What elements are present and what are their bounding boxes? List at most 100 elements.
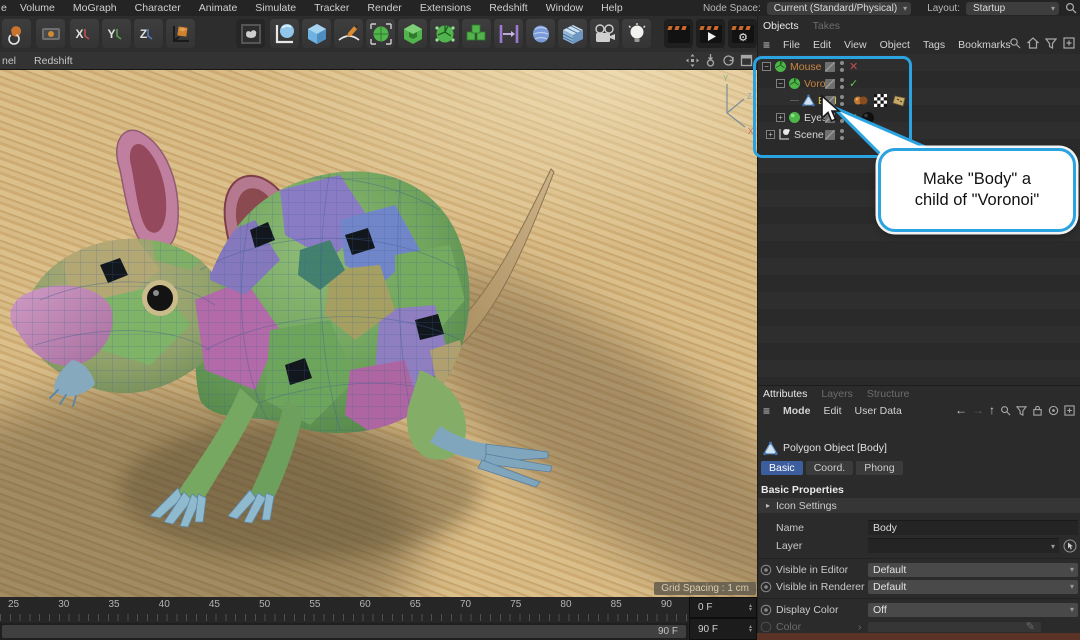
menu-item-redshift[interactable]: Redshift <box>480 2 537 14</box>
end-frame-field[interactable]: 90 F ▴▾ <box>689 618 757 640</box>
name-input[interactable]: Body <box>868 520 1078 535</box>
edit-render-settings-button[interactable]: ⚙ <box>728 19 757 48</box>
viewport-3d[interactable]: Y Z X Grid Spacing : 1 cm <box>0 69 757 598</box>
render-card-icon[interactable] <box>36 19 65 48</box>
menu-item-window[interactable]: Window <box>537 2 592 14</box>
tab-basic[interactable]: Basic <box>761 461 803 475</box>
pan-view-icon[interactable] <box>686 54 699 67</box>
tab-objects[interactable]: Objects <box>763 20 799 32</box>
array-grid-icon[interactable] <box>558 19 587 48</box>
tab-phong[interactable]: Phong <box>856 461 902 475</box>
field-sphere-icon[interactable] <box>526 19 555 48</box>
hamburger-icon[interactable]: ≡ <box>763 404 770 418</box>
frame-stepper-icon[interactable]: ▴▾ <box>749 604 752 612</box>
menu-item-character[interactable]: Character <box>126 2 190 14</box>
om-menu-file[interactable]: File <box>783 39 800 51</box>
render-view-button[interactable] <box>664 19 693 48</box>
keyframe-circle-icon[interactable] <box>760 581 772 593</box>
grid-spacing-badge: Grid Spacing : 1 cm <box>654 582 756 595</box>
search-icon[interactable] <box>1000 405 1011 416</box>
attr-menu-edit[interactable]: Edit <box>823 405 841 417</box>
add-icon[interactable] <box>1064 405 1075 416</box>
dolly-view-icon[interactable] <box>704 54 717 67</box>
keyframe-circle-icon[interactable] <box>760 604 772 616</box>
menu-item-simulate[interactable]: Simulate <box>246 2 305 14</box>
menu-item-mograph[interactable]: MoGraph <box>64 2 126 14</box>
back-arrow-icon[interactable]: ← <box>955 403 967 417</box>
pen-spline-icon[interactable] <box>334 19 363 48</box>
character-rotate-icon[interactable] <box>2 19 31 48</box>
add-object-icon[interactable] <box>1063 37 1075 49</box>
forward-arrow-icon[interactable]: → <box>972 403 984 417</box>
cloner-icon[interactable] <box>462 19 491 48</box>
maximize-view-icon[interactable] <box>740 54 753 67</box>
extrude-object-icon[interactable] <box>398 19 427 48</box>
callout-line1: Make "Body" a <box>923 169 1031 190</box>
up-arrow-icon[interactable]: ↑ <box>989 403 995 417</box>
keyframe-circle-icon[interactable] <box>760 564 772 576</box>
menu-item-volume[interactable]: Volume <box>11 2 64 14</box>
svg-text:Z: Z <box>747 92 752 101</box>
home-icon[interactable] <box>1027 37 1039 49</box>
subdivision-surface-icon[interactable] <box>366 19 395 48</box>
hamburger-icon[interactable]: ≡ <box>763 38 770 52</box>
mouse-model-render: Y Z X <box>0 70 757 598</box>
tab-structure[interactable]: Structure <box>867 388 910 400</box>
menu-item-animate[interactable]: Animate <box>190 2 247 14</box>
menubar: e Volume MoGraph Character Animate Simul… <box>0 0 1080 16</box>
coordinate-system-icon[interactable] <box>166 19 195 48</box>
node-space-dropdown[interactable]: Current (Standard/Physical)▾ <box>767 2 911 15</box>
axis-z-lock-button[interactable]: Z <box>134 19 163 48</box>
axis-y-lock-button[interactable]: Y <box>102 19 131 48</box>
menu-item-truncated[interactable]: e <box>0 2 11 14</box>
visible-editor-dropdown[interactable]: Default▾ <box>868 563 1078 577</box>
rotate-view-icon[interactable] <box>722 54 735 67</box>
tab-coord[interactable]: Coord. <box>806 461 854 475</box>
tab-takes[interactable]: Takes <box>813 20 840 32</box>
make-editable-icon[interactable] <box>270 19 299 48</box>
tab-layers[interactable]: Layers <box>821 388 853 400</box>
render-region-icon[interactable] <box>236 19 265 48</box>
om-menu-edit[interactable]: Edit <box>813 39 831 51</box>
viewport-menu-panel[interactable]: nel <box>0 55 25 67</box>
light-icon[interactable] <box>622 19 651 48</box>
axis-x-lock-button[interactable]: X <box>70 19 99 48</box>
display-color-dropdown[interactable]: Off▾ <box>868 603 1078 617</box>
menu-item-help[interactable]: Help <box>592 2 632 14</box>
menu-item-render[interactable]: Render <box>358 2 410 14</box>
menu-item-extensions[interactable]: Extensions <box>411 2 480 14</box>
search-icon[interactable] <box>1065 2 1077 14</box>
display-color-label: Display Color <box>776 604 838 616</box>
timeline-range-bar[interactable]: 90 F <box>2 625 686 638</box>
voronoi-fracture-icon[interactable] <box>430 19 459 48</box>
attr-menu-userdata[interactable]: User Data <box>855 405 902 417</box>
current-frame-field[interactable]: 0 F ▴▾ <box>689 597 757 618</box>
om-menu-object[interactable]: Object <box>880 39 910 51</box>
filter-icon[interactable] <box>1016 405 1027 416</box>
timeline-ruler[interactable]: 2530354045505560657075808590 <box>0 597 688 623</box>
svg-text:⚙: ⚙ <box>738 32 748 44</box>
menu-item-tracker[interactable]: Tracker <box>305 2 358 14</box>
camera-icon[interactable] <box>590 19 619 48</box>
viewport-menu-redshift[interactable]: Redshift <box>25 55 82 67</box>
om-menu-bookmarks[interactable]: Bookmarks <box>958 39 1011 51</box>
visible-renderer-dropdown[interactable]: Default▾ <box>868 580 1078 594</box>
filter-icon[interactable] <box>1045 37 1057 49</box>
spline-wrap-icon[interactable] <box>494 19 523 48</box>
layer-pick-button[interactable] <box>1063 539 1077 553</box>
icon-settings-group[interactable]: ▸ Icon Settings <box>758 498 1080 513</box>
cinema4d-window: e Volume MoGraph Character Animate Simul… <box>0 0 1080 640</box>
attr-menu-mode[interactable]: Mode <box>783 405 810 417</box>
render-picture-viewer-button[interactable] <box>696 19 725 48</box>
name-label: Name <box>776 522 804 534</box>
tab-attributes[interactable]: Attributes <box>763 388 807 400</box>
om-menu-tags[interactable]: Tags <box>923 39 945 51</box>
search-icon[interactable] <box>1009 37 1021 49</box>
target-icon[interactable] <box>1048 405 1059 416</box>
cube-primitive-icon[interactable] <box>302 19 331 48</box>
layer-dropdown[interactable]: ▾ <box>868 538 1059 553</box>
layout-dropdown[interactable]: Startup▾ <box>966 2 1059 15</box>
lock-icon[interactable] <box>1032 405 1043 416</box>
frame-stepper-icon[interactable]: ▴▾ <box>749 625 752 633</box>
om-menu-view[interactable]: View <box>844 39 867 51</box>
